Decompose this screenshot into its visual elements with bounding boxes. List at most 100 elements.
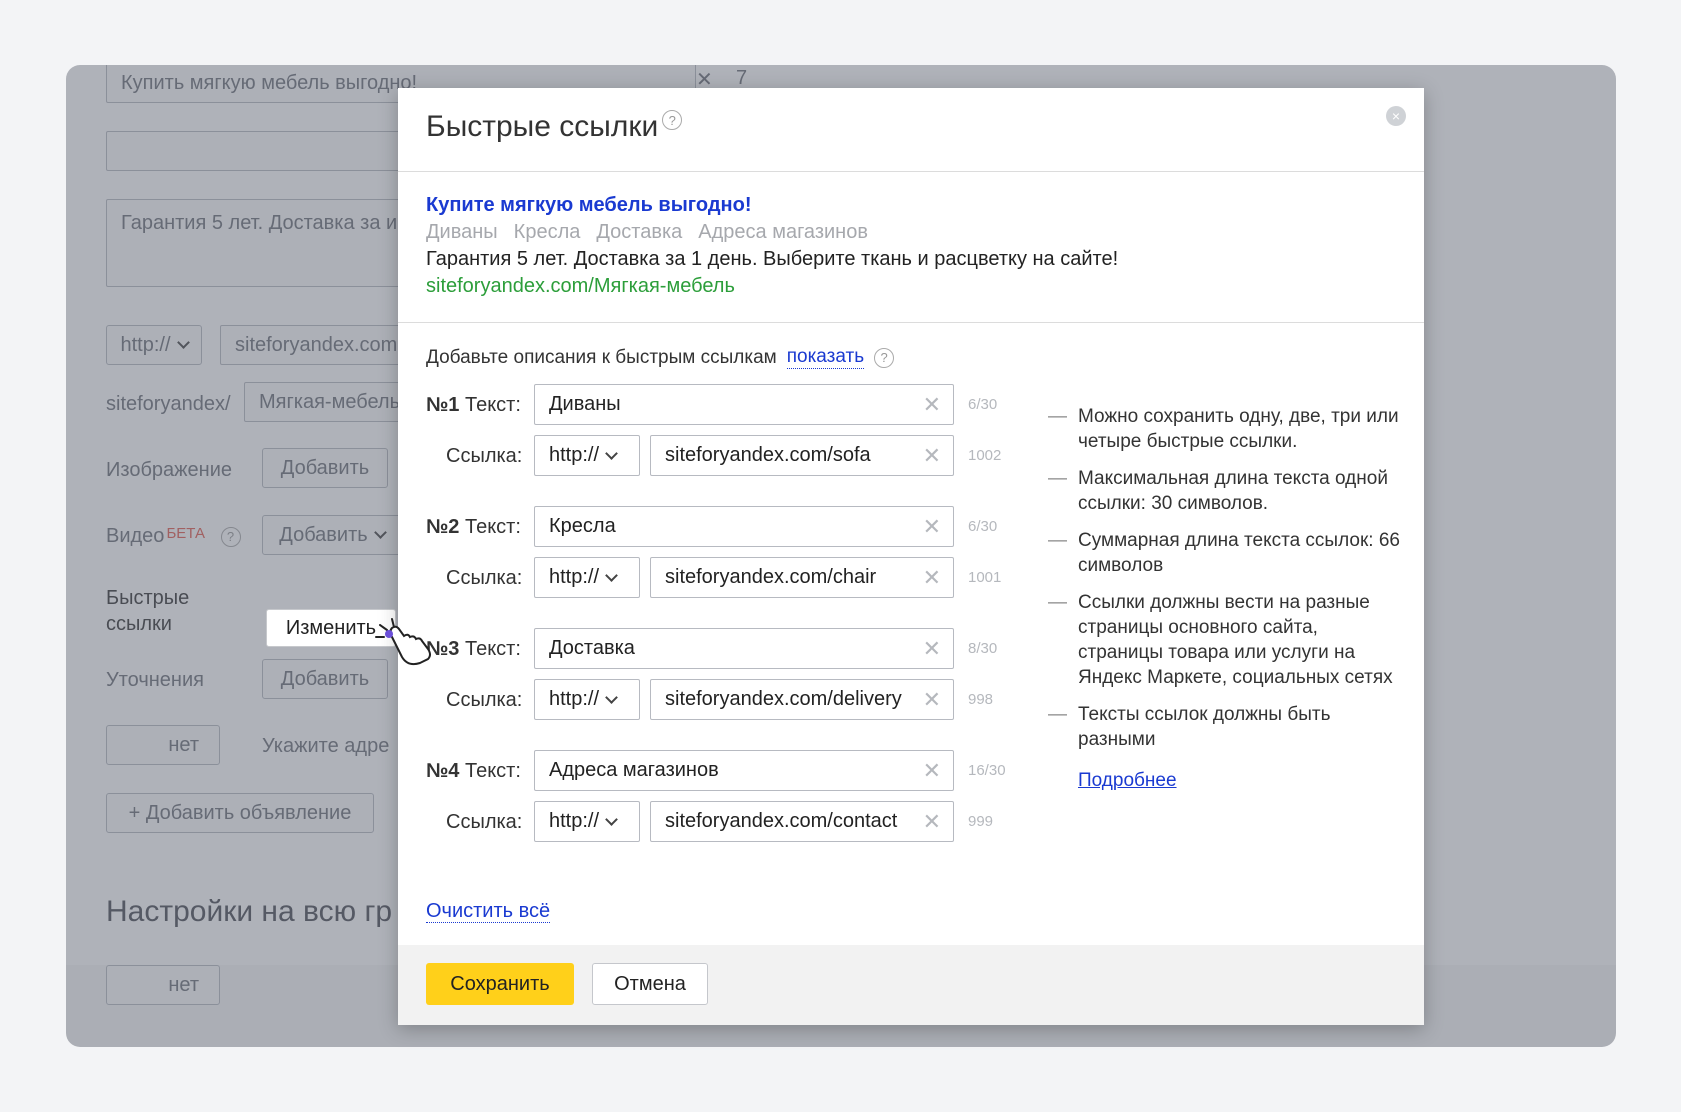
preview-quicklinks: Диваны Кресла Доставка Адреса магазинов <box>426 219 1118 246</box>
quicklink-4-protocol-select[interactable]: http:// <box>534 801 640 842</box>
quicklink-1-text-input[interactable]: Диваны ✕ <box>534 384 954 425</box>
group-settings-heading: Настройки на всю гр <box>106 895 393 928</box>
rule-item: — Тексты ссылок должны быть разными <box>1048 702 1408 752</box>
rule-item: — Максимальная длина текста одной ссылки:… <box>1048 466 1408 516</box>
add-ad-button[interactable]: + Добавить объявление <box>106 793 374 833</box>
toggle-no-label: нет <box>168 733 199 756</box>
quicklink-url-value: siteforyandex.com/delivery <box>665 688 902 710</box>
chevron-down-icon <box>605 446 618 460</box>
quicklink-2-url-count: 1001 <box>968 569 1002 586</box>
hand-cursor-icon <box>375 618 431 666</box>
help-icon[interactable]: ? <box>662 110 683 130</box>
quicklink-4-label: №4 Текст: <box>426 760 521 783</box>
chevron-down-icon <box>605 568 618 582</box>
quicklink-url-value: siteforyandex.com/contact <box>665 810 898 832</box>
rules-list: — Можно сохранить одну, две, три или четы… <box>1048 404 1408 793</box>
clear-icon[interactable]: ✕ <box>923 392 941 418</box>
clear-icon[interactable]: ✕ <box>923 809 941 835</box>
domain-value: siteforyandex.com <box>235 333 398 356</box>
quicklink-4-url-input[interactable]: siteforyandex.com/contact ✕ <box>650 801 954 842</box>
save-button[interactable]: Сохранить <box>426 963 574 1005</box>
dialog-title-text: Быстрые ссылки <box>426 110 659 143</box>
address-placeholder: Укажите адре <box>262 735 390 757</box>
preview-link: Адреса магазинов <box>698 221 868 243</box>
quicklink-2-protocol-select[interactable]: http:// <box>534 557 640 598</box>
protocol-value: http:// <box>549 444 600 466</box>
clear-icon[interactable]: ✕ <box>923 565 941 591</box>
help-icon[interactable]: ? <box>220 526 241 547</box>
quicklink-url-value: siteforyandex.com/sofa <box>665 444 871 466</box>
protocol-select[interactable]: http:// <box>106 325 202 365</box>
quicklink-1-label: №1 Текст: <box>426 394 521 417</box>
quicklink-1-protocol-select[interactable]: http:// <box>534 435 640 476</box>
clear-all-link[interactable]: Очистить всё <box>426 900 551 923</box>
show-descriptions-link[interactable]: показать <box>786 346 865 369</box>
quicklink-4-url-count: 999 <box>968 813 994 830</box>
descriptions-hint: Добавьте описания к быстрым ссылкам пока… <box>426 346 895 369</box>
rule-text: Тексты ссылок должны быть разными <box>1078 704 1331 750</box>
quicklinks-label: Быстрые ссылки <box>106 587 190 635</box>
image-add-label: Добавить <box>280 456 370 479</box>
quicklink-3-url-input[interactable]: siteforyandex.com/delivery ✕ <box>650 679 954 720</box>
dash-icon: — <box>1048 468 1067 489</box>
dialog-title: Быстрые ссылки? <box>426 110 683 144</box>
beta-badge: БЕТА <box>166 525 205 542</box>
quicklink-2-url-input[interactable]: siteforyandex.com/chair ✕ <box>650 557 954 598</box>
cancel-button[interactable]: Отмена <box>592 963 708 1005</box>
clear-icon[interactable]: ✕ <box>923 636 941 662</box>
image-label: Изображение <box>106 459 232 481</box>
dash-icon: — <box>1048 592 1067 613</box>
quicklink-1-url-input[interactable]: siteforyandex.com/sofa ✕ <box>650 435 954 476</box>
rule-text: Суммарная длина текста ссылок: 66 символ… <box>1078 530 1400 576</box>
rule-item: — Суммарная длина текста ссылок: 66 симво… <box>1048 528 1408 578</box>
preview-link: Доставка <box>596 221 683 243</box>
close-icon[interactable]: × <box>1386 106 1406 126</box>
ad-preview: Купите мягкую мебель выгодно! Диваны Крес… <box>426 192 1118 300</box>
quicklink-4-text-input[interactable]: Адреса магазинов ✕ <box>534 750 954 791</box>
clear-icon[interactable]: ✕ <box>923 758 941 784</box>
preview-link: Диваны <box>426 221 498 243</box>
headline-count: 7 <box>736 67 748 89</box>
link-label: Ссылка: <box>446 811 523 833</box>
image-add-button[interactable]: Добавить <box>262 448 388 488</box>
quicklink-text-value: Диваны <box>549 393 621 415</box>
preview-url: siteforyandex.com/Мягкая-мебель <box>426 275 735 297</box>
quicklink-3-url-count: 998 <box>968 691 994 708</box>
quicklink-3-protocol-select[interactable]: http:// <box>534 679 640 720</box>
text-label: Текст: <box>464 638 521 660</box>
video-label: Видео БЕТА ? <box>106 525 241 548</box>
headline-value: Купить мягкую мебель выгодно! <box>121 71 418 94</box>
chevron-down-icon <box>605 690 618 704</box>
refinements-add-button[interactable]: Добавить <box>262 659 388 699</box>
chevron-down-icon <box>176 336 190 349</box>
quicklink-number: №2 <box>426 516 460 538</box>
divider <box>398 171 1424 172</box>
refinements-add-label: Добавить <box>280 667 370 690</box>
add-ad-label: + Добавить объявление <box>128 801 352 824</box>
quicklink-number: №1 <box>426 394 460 416</box>
text-label: Текст: <box>464 760 521 782</box>
quicklink-1-text-count: 6/30 <box>968 396 998 413</box>
clear-icon[interactable]: ✕ <box>923 443 941 469</box>
quicklink-2-text-count: 6/30 <box>968 518 998 535</box>
rule-text: Максимальная длина текста одной ссылки: … <box>1078 468 1388 514</box>
clear-all-label: Очистить всё <box>426 900 551 923</box>
preview-title: Купите мягкую мебель выгодно! <box>426 194 752 216</box>
text-label: Текст: <box>464 394 521 416</box>
clear-icon[interactable]: ✕ <box>923 687 941 713</box>
more-info-link[interactable]: Подробнее <box>1078 768 1177 793</box>
quicklink-3-text-input[interactable]: Доставка ✕ <box>534 628 954 669</box>
help-icon[interactable]: ? <box>874 347 895 368</box>
preview-link: Кресла <box>513 221 581 243</box>
quicklink-number: №4 <box>426 760 460 782</box>
quicklink-3-label: №3 Текст: <box>426 638 521 661</box>
toggle-switch-2[interactable]: нет <box>106 965 220 1005</box>
refinements-label: Уточнения <box>106 669 204 691</box>
video-add-button[interactable]: Добавить <box>262 515 402 555</box>
quicklink-2-text-input[interactable]: Кресла ✕ <box>534 506 954 547</box>
path-prefix: siteforyandex/ <box>106 393 231 415</box>
path-value: Мягкая-мебель <box>259 390 401 413</box>
clear-icon[interactable]: ✕ <box>923 514 941 540</box>
video-add-label: Добавить <box>279 523 368 546</box>
toggle-switch[interactable]: нет <box>106 725 220 765</box>
